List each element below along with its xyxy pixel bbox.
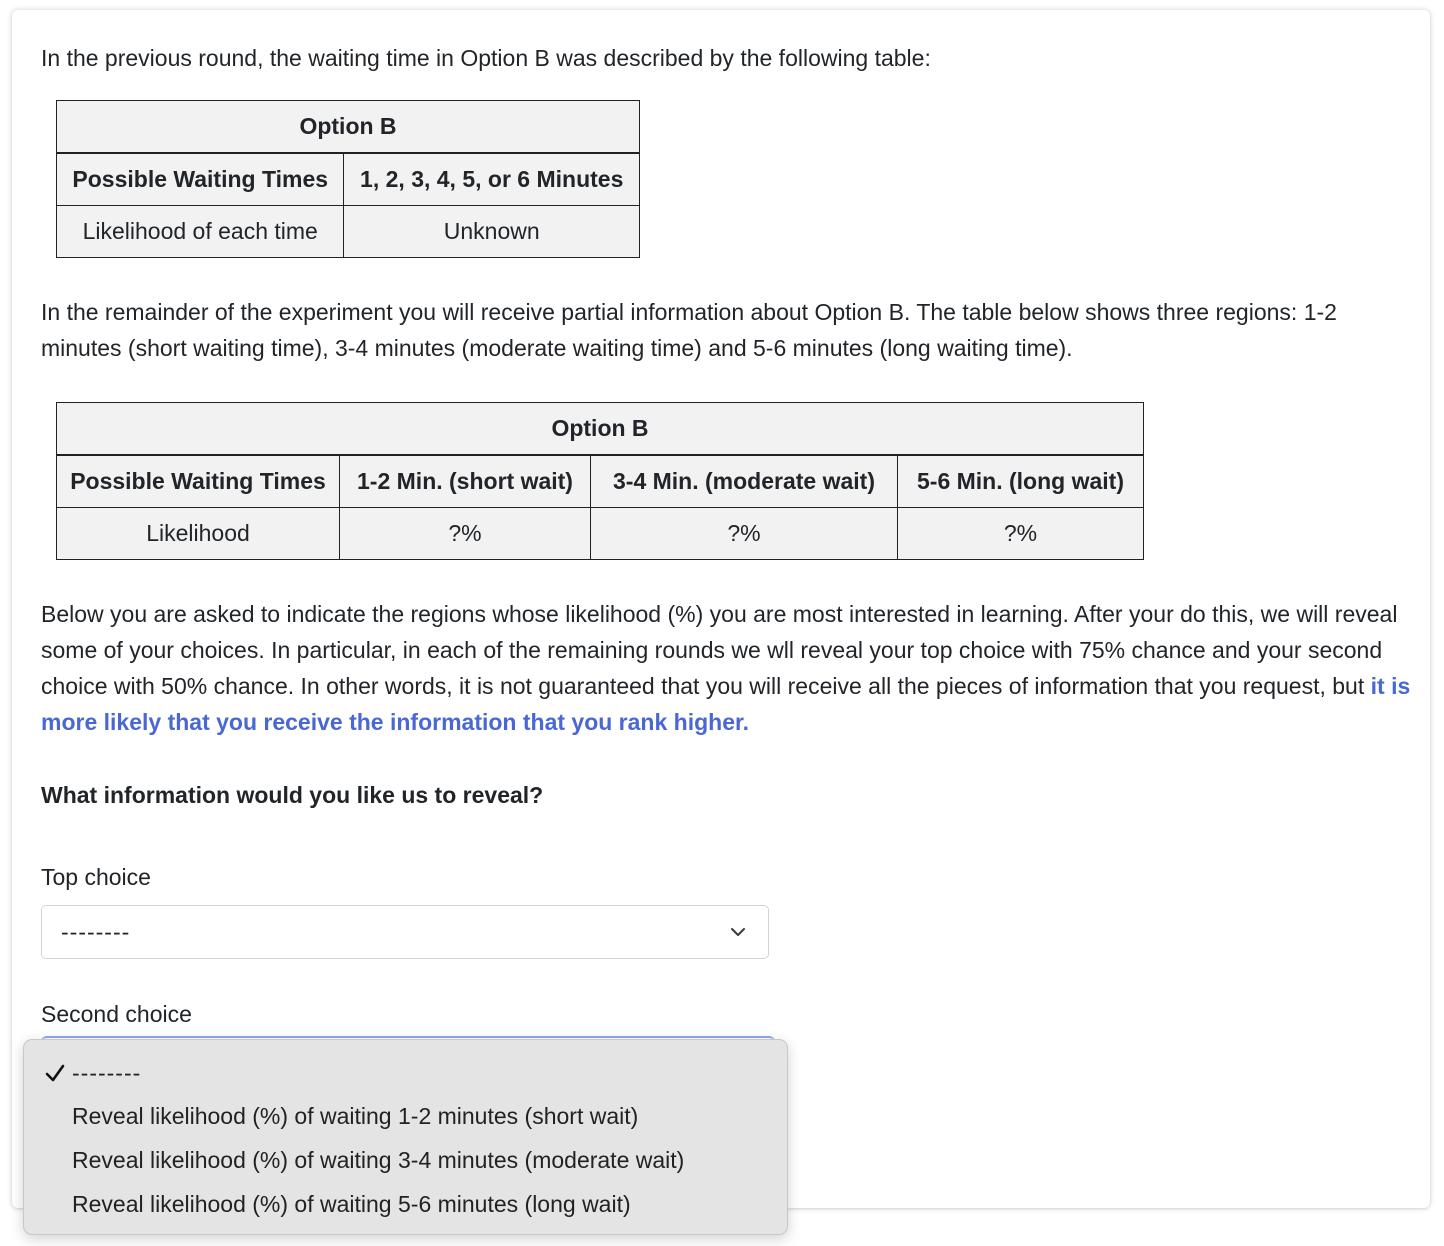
table1-row-label: Likelihood of each time [55,205,345,258]
table2-header-times: Possible Waiting Times [56,454,340,508]
top-choice-select[interactable]: -------- [41,905,769,959]
dropdown-option-moderate-wait[interactable]: Reveal likelihood (%) of waiting 3-4 min… [72,1145,684,1175]
table2-title: Option B [56,402,1144,456]
table1-header-times: Possible Waiting Times [55,152,345,206]
table2-row-long: ?% [897,507,1144,560]
table2-row-label: Likelihood [56,507,340,560]
table2-header-moderate: 3-4 Min. (moderate wait) [590,454,898,508]
instructions-body: Below you are asked to indicate the regi… [41,601,1398,699]
table2-row-short: ?% [339,507,591,560]
option-b-table-full: Option B Possible Waiting Times 1, 2, 3,… [55,100,640,258]
table1-title: Option B [56,100,640,154]
table1-header-minutes: 1, 2, 3, 4, 5, or 6 Minutes [343,152,640,206]
dropdown-option-placeholder[interactable]: -------- [72,1058,141,1088]
second-choice-dropdown[interactable]: -------- Reveal likelihood (%) of waitin… [23,1039,788,1235]
option-b-table-regions: Option B Possible Waiting Times 1-2 Min.… [56,402,1144,560]
partial-info-text: In the remainder of the experiment you w… [41,299,1337,361]
second-choice-label: Second choice [41,1001,192,1027]
table1-row-value: Unknown [343,205,640,258]
top-choice-value: -------- [61,919,131,945]
instructions-text: Below you are asked to indicate the regi… [41,596,1421,740]
dropdown-option-long-wait[interactable]: Reveal likelihood (%) of waiting 5-6 min… [72,1189,631,1219]
dropdown-option-short-wait[interactable]: Reveal likelihood (%) of waiting 1-2 min… [72,1101,638,1131]
question-heading: What information would you like us to re… [41,782,544,808]
table2-header-short: 1-2 Min. (short wait) [339,454,591,508]
intro-text: In the previous round, the waiting time … [41,45,931,71]
checkmark-icon [45,1064,65,1082]
top-choice-label: Top choice [41,864,151,890]
table2-row-moderate: ?% [590,507,898,560]
chevron-down-icon [731,928,745,936]
table2-header-long: 5-6 Min. (long wait) [897,454,1144,508]
